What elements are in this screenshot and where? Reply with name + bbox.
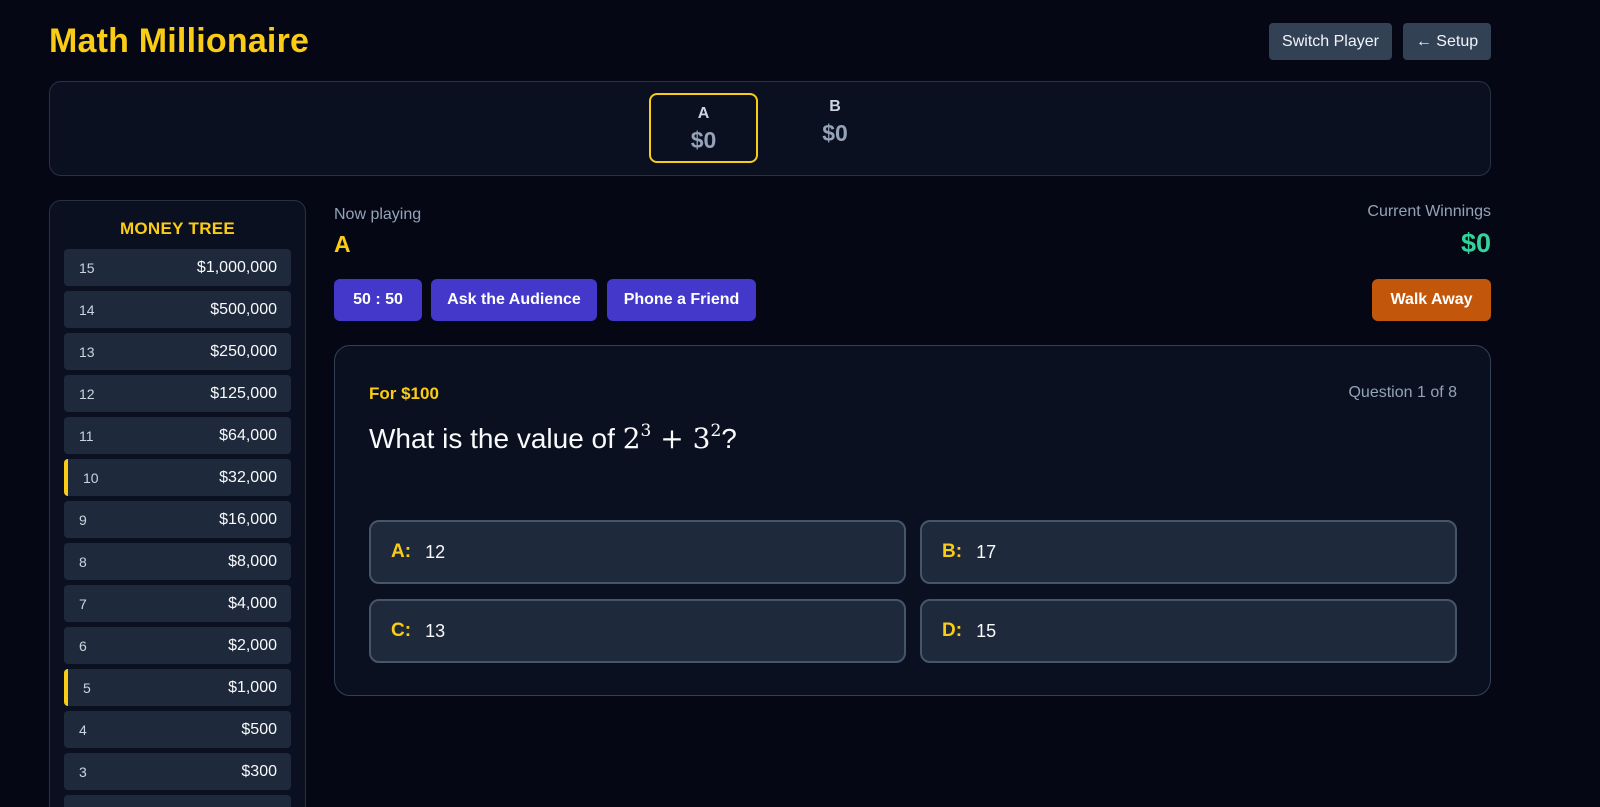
money-tree-level: 15: [79, 259, 95, 276]
money-tree-row: 9 $16,000: [64, 501, 291, 538]
question-suffix: ?: [721, 423, 737, 454]
now-playing-player: A: [334, 231, 351, 257]
math-exponent: 2: [710, 420, 722, 441]
current-winnings-value: $0: [1460, 228, 1491, 258]
money-tree-level: 6: [79, 637, 87, 654]
money-tree-amount: $300: [241, 762, 277, 780]
money-tree-amount: $2,000: [228, 636, 277, 654]
answer-option-a[interactable]: A: 12: [369, 520, 906, 584]
answer-text: 13: [425, 620, 446, 641]
money-tree-amount: $64,000: [219, 426, 277, 444]
money-tree-row: 3 $300: [64, 753, 291, 790]
answer-text: 12: [425, 541, 446, 562]
money-tree-amount: $8,000: [228, 552, 277, 570]
money-tree-title: MONEY TREE: [119, 219, 236, 238]
setup-button[interactable]: ← Setup: [1403, 23, 1491, 60]
money-tree-amount: $1,000: [228, 678, 277, 696]
money-tree-level: 8: [79, 553, 87, 570]
player-name: A: [697, 105, 710, 122]
answer-letter: C:: [391, 620, 412, 641]
money-tree-amount: $125,000: [210, 384, 277, 402]
money-tree-row: 10 $32,000: [64, 459, 291, 496]
fifty-fifty-button[interactable]: 50 : 50: [334, 279, 422, 321]
money-tree-row: 6 $2,000: [64, 627, 291, 664]
money-tree-level: 12: [79, 385, 95, 402]
walk-away-button[interactable]: Walk Away: [1372, 279, 1491, 321]
money-tree-level: 5: [83, 679, 91, 696]
now-playing-label: Now playing: [334, 206, 422, 223]
money-tree-row: 15 $1,000,000: [64, 249, 291, 286]
money-tree-row: 8 $8,000: [64, 543, 291, 580]
money-tree-level: 13: [79, 343, 95, 360]
money-tree-level: 10: [83, 469, 99, 486]
answer-option-c[interactable]: C: 13: [369, 599, 906, 663]
money-tree-row: 12 $125,000: [64, 375, 291, 412]
money-tree-row: 4 $500: [64, 711, 291, 748]
money-tree-level: 11: [79, 427, 94, 444]
money-tree-amount: $250,000: [210, 342, 277, 360]
money-tree-amount: $32,000: [219, 468, 277, 486]
math-operator: +: [651, 422, 693, 455]
money-tree-list: 15 $1,000,000 14 $500,000 13 $250,000 12 $125,0…: [64, 249, 291, 807]
player-name: B: [829, 98, 841, 115]
money-tree-amount: $500: [241, 720, 277, 738]
money-tree-row: 5 $1,000: [64, 669, 291, 706]
phone-friend-button[interactable]: Phone a Friend: [607, 279, 756, 321]
app-title: Math Millionaire: [49, 22, 310, 60]
ask-audience-button[interactable]: Ask the Audience: [431, 279, 597, 321]
current-winnings-label: Current Winnings: [1367, 203, 1491, 220]
player-score: $0: [690, 127, 717, 153]
answer-letter: B:: [942, 541, 963, 562]
question-card: For $100 Question 1 of 8 What is the val…: [334, 345, 1491, 696]
money-tree-amount: $4,000: [228, 594, 277, 612]
money-tree-row: 14 $500,000: [64, 291, 291, 328]
player-score: $0: [822, 120, 848, 146]
money-tree-level: 7: [79, 595, 87, 612]
question-text: What is the value of 23 + 32?: [369, 420, 737, 455]
player-card-b: B $0: [780, 98, 890, 158]
player-card-a: A $0: [649, 93, 758, 163]
money-tree-level: 4: [79, 721, 87, 738]
money-tree-amount: $500,000: [210, 300, 277, 318]
question-counter: Question 1 of 8: [1348, 384, 1457, 401]
money-tree-row: 7 $4,000: [64, 585, 291, 622]
math-exponent: 3: [640, 420, 652, 441]
money-tree-row: [64, 795, 291, 807]
question-prefix: What is the value of: [369, 423, 623, 454]
money-tree-level: 9: [79, 511, 87, 528]
answer-text: 17: [976, 541, 997, 562]
money-tree-amount: $1,000,000: [196, 258, 277, 276]
question-prize: For $100: [369, 384, 439, 403]
money-tree-row: 13 $250,000: [64, 333, 291, 370]
math-base: 3: [692, 422, 711, 455]
money-tree-amount: $16,000: [219, 510, 277, 528]
money-tree-level: 14: [79, 301, 95, 318]
answer-option-b[interactable]: B: 17: [920, 520, 1457, 584]
switch-player-button[interactable]: Switch Player: [1269, 23, 1392, 60]
money-tree-row: 11 $64,000: [64, 417, 291, 454]
money-tree-level: 3: [79, 763, 87, 780]
answer-text: 15: [976, 620, 997, 641]
money-tree-panel: MONEY TREE 15 $1,000,000 14 $500,000 13 $250,…: [49, 200, 306, 807]
scoreboard: A $0 B $0: [49, 81, 1491, 176]
answer-letter: D:: [942, 620, 963, 641]
math-base: 2: [622, 422, 641, 455]
answer-option-d[interactable]: D: 15: [920, 599, 1457, 663]
question-math: 23 + 32: [622, 420, 722, 455]
answer-letter: A:: [391, 541, 412, 562]
